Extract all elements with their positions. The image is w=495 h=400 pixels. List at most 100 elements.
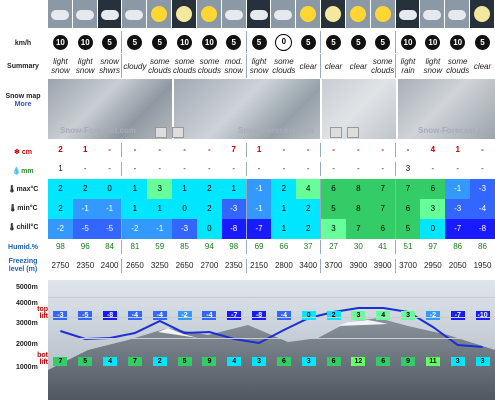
- bot-lift-temp: 3: [301, 357, 316, 366]
- freezing-level-path: [60, 307, 483, 348]
- min-cell: 2: [48, 199, 73, 219]
- humidity-row: 98 96 84 81 59 85 94 98 69 66 37 27 30 41 51 97 86 86: [48, 240, 495, 254]
- snow-row: 21-----71------41-: [48, 143, 495, 157]
- min-cell: 7: [370, 199, 396, 219]
- snow-cell: -: [208, 145, 211, 154]
- rain-cell: -: [332, 164, 335, 173]
- top-lift-temp: -7: [450, 311, 465, 320]
- chill-cell: -1: [147, 219, 173, 239]
- chill-cell: -3: [172, 219, 197, 239]
- min-cell: -1: [72, 199, 98, 219]
- min-cell: 1: [147, 199, 173, 219]
- snow-cell: 1: [83, 145, 88, 154]
- bot-lift-temp: 9: [401, 357, 416, 366]
- chill-cell: 2: [296, 219, 322, 239]
- top-lift-temp: -8: [252, 311, 267, 320]
- freezing-cell: 3900: [371, 259, 396, 273]
- bot-lift-label: bot lift: [37, 352, 48, 366]
- max-cell: 0: [97, 179, 123, 199]
- snow-cell: -: [481, 145, 484, 154]
- snow-cm-text: cm: [21, 149, 32, 156]
- max-cell: 7: [370, 179, 396, 199]
- humid-cell: 81: [130, 242, 140, 251]
- top-lift-temp: 2: [326, 311, 341, 320]
- max-cell: 2: [271, 179, 297, 199]
- rain-cell: 3: [405, 164, 411, 173]
- snow-cell: -: [332, 145, 335, 154]
- freezing-cell: 2650: [126, 261, 144, 270]
- max-cell: 1: [122, 179, 148, 199]
- top-lift-temp: -2: [425, 311, 440, 320]
- snow-map-more-link[interactable]: More: [0, 101, 46, 109]
- max-cell: 8: [345, 179, 371, 199]
- freezing-cell: 2050: [448, 261, 467, 270]
- humid-cell: 51: [403, 242, 413, 251]
- min-cell: 8: [345, 199, 371, 219]
- bot-lift-temp: 11: [425, 357, 440, 366]
- humid-cell: 41: [371, 240, 396, 254]
- min-cell: -3: [445, 199, 471, 219]
- humid-cell: 86: [478, 242, 487, 251]
- bot-lift-temp: 6: [376, 357, 391, 366]
- humid-cell: 66: [279, 242, 289, 251]
- min-cell: -3: [221, 199, 247, 219]
- altitude-3000: 3000m: [16, 320, 38, 327]
- rain-cell: -: [98, 162, 123, 176]
- mountain-elevation-chart: -3 -5 -8 -4 -4 -2 -4 -7 -8 -4 0 2 3 4 3 -2 -7 -10 7547259…: [48, 280, 495, 400]
- snow-cell: -: [406, 145, 410, 154]
- snow-cell: -: [133, 145, 137, 154]
- chill-cell: -7: [445, 219, 471, 239]
- rain-cell: -: [208, 164, 211, 173]
- rain-cell: -: [282, 164, 286, 173]
- bot-lift-temp: 4: [227, 357, 242, 366]
- humid-cell: 30: [353, 242, 363, 251]
- gridline: [48, 317, 495, 318]
- min-cell: 0: [172, 199, 197, 219]
- snow-cell: -: [357, 145, 360, 154]
- bot-lift-temp: 6: [326, 357, 341, 366]
- chill-cell: 0: [420, 219, 446, 239]
- rain-row: 1-------------3---: [48, 162, 495, 176]
- freezing-cell: 2350: [76, 261, 95, 270]
- max-temp-label: 🌡max°C: [0, 186, 46, 194]
- rain-cell: -: [222, 162, 247, 176]
- bot-lift-temp: 2: [152, 357, 167, 366]
- freezing-cell: 2400: [98, 259, 123, 273]
- chill-cell: -2: [122, 219, 148, 239]
- bot-lift-temp: 3: [252, 357, 267, 366]
- top-lift-temp: -7: [227, 311, 242, 320]
- bot-lift-temp: 6: [276, 357, 291, 366]
- min-cell: -1: [97, 199, 123, 219]
- bot-lift-temp: 12: [351, 357, 366, 366]
- bot-lift-temp: 3: [475, 357, 490, 366]
- gridline: [48, 338, 495, 339]
- bot-lift-temp: 4: [103, 357, 118, 366]
- thermometer-icon: 🌡: [7, 186, 17, 193]
- chill-cell: -2: [48, 219, 73, 239]
- top-lift-temp: 3: [401, 311, 416, 320]
- freezing-cell: 2350: [222, 259, 247, 273]
- max-cell: 2: [196, 179, 222, 199]
- bot-lift-temp: 3: [450, 357, 465, 366]
- raindrop-icon: 💧: [12, 168, 22, 175]
- rain-cell: -: [83, 164, 87, 173]
- snow-cell: -: [98, 143, 123, 157]
- chill-cell: 5: [395, 219, 421, 239]
- top-lift-temp: 0: [301, 311, 316, 320]
- snow-cell: -: [371, 143, 396, 157]
- top-lift-label: top lift: [37, 306, 48, 320]
- humid-cell: 69: [254, 242, 264, 251]
- freezing-cell: 2150: [250, 261, 268, 270]
- rain-cell: 1: [58, 164, 63, 173]
- min-cell: -4: [470, 199, 495, 219]
- rain-cell: -: [158, 164, 162, 173]
- freezing-cell: 3250: [150, 261, 169, 270]
- top-lift-temp: -4: [152, 311, 167, 320]
- top-lift-temp: -4: [276, 311, 291, 320]
- top-lift-temp: 3: [351, 311, 366, 320]
- min-cell: 5: [321, 199, 346, 219]
- max-temp-row: 2 2 0 1 3 1 2 1 -1 2 4 6 8 7 7 6 -1 -3: [48, 179, 495, 199]
- rain-mm-text: mm: [21, 168, 34, 175]
- top-lift-temp: -8: [103, 311, 118, 320]
- humid-cell: 27: [329, 242, 338, 251]
